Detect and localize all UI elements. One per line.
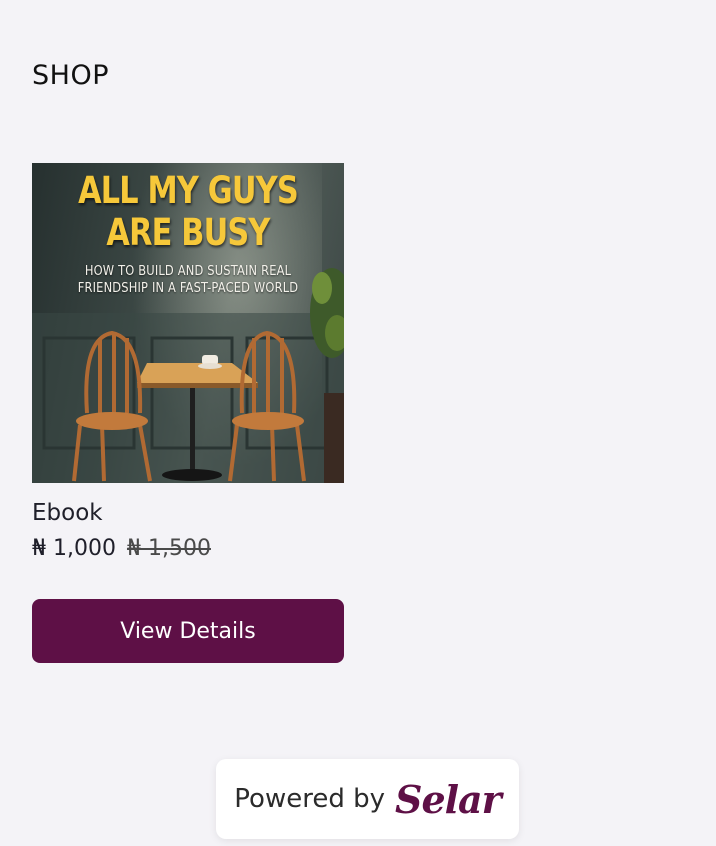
selar-logo: Selar <box>395 776 502 822</box>
cover-title-line2: ARE BUSY <box>106 211 270 254</box>
product-name: Ebook <box>32 500 103 526</box>
price-current: ₦ 1,000 <box>32 536 116 561</box>
powered-by-text: Powered by <box>234 784 385 814</box>
cover-subtitle-line2: FRIENDSHIP IN A FAST-PACED WORLD <box>77 281 299 296</box>
cover-title-line1: ALL MY GUYS <box>78 169 299 212</box>
page: SHOP ALL MY GUYS ARE BUSY HOW TO BUILD A… <box>0 0 716 846</box>
price-original: ₦ 1,500 <box>126 536 211 561</box>
product-card: ALL MY GUYS ARE BUSY HOW TO BUILD AND SU… <box>32 163 344 663</box>
cover-subtitle-line1: HOW TO BUILD AND SUSTAIN REAL <box>84 264 292 279</box>
price-row: ₦ 1,000 ₦ 1,500 <box>32 536 211 561</box>
shop-heading: SHOP <box>32 60 109 91</box>
powered-by-badge[interactable]: Powered by Selar <box>216 759 519 839</box>
product-cover-image[interactable]: ALL MY GUYS ARE BUSY HOW TO BUILD AND SU… <box>32 163 344 483</box>
view-details-button[interactable]: View Details <box>32 599 344 663</box>
